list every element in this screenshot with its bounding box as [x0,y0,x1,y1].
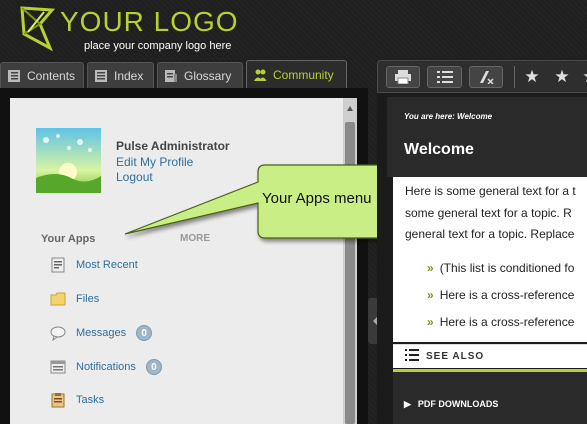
apps-heading: Your Apps [41,233,96,245]
rating-star-1[interactable]: ★ [522,67,542,87]
chevron-right-icon: » [427,315,434,329]
tab-community[interactable]: Community [246,60,347,89]
list-icon [405,349,419,361]
logo-mark-icon [20,6,56,52]
scroll-up-icon[interactable] [345,101,355,117]
notifications-count-badge: 0 [145,359,162,375]
tab-index[interactable]: Index [87,62,154,88]
app-item-label: Messages [76,327,127,339]
toc-list-icon [436,71,453,83]
callout-text: Your Apps menu [262,190,372,207]
toolbar-divider [514,66,515,88]
page-title: Welcome [404,141,474,158]
tab-label: Community [273,68,334,82]
list-item-text[interactable]: Here is a cross-reference [440,288,575,302]
body-text-line: some general text for a topic. R [405,206,572,220]
rating-star-2[interactable]: ★ [552,67,572,87]
notifications-icon [50,360,66,374]
app-item-messages[interactable]: Messages 0 [50,323,153,343]
star-icon: ★ [582,67,587,87]
star-icon: ★ [524,67,540,86]
app-item-label: Most Recent [76,259,138,271]
list-item-text: (This list is conditioned fo [439,261,575,275]
topic-header [387,97,587,177]
chevron-right-icon: » [427,288,434,302]
chevron-right-icon: » [427,261,434,275]
body-text-line: Here is some general text for a t [405,184,576,198]
speech-bubble-icon [50,326,66,341]
tab-label: Contents [27,68,76,83]
rating-star-3[interactable]: ★ [580,67,587,87]
toc-list-button[interactable] [427,66,462,88]
app-item-tasks[interactable]: Tasks [50,390,104,410]
app-item-most-recent[interactable]: Most Recent [50,255,138,275]
body-text-line: general text for a topic. Replace [405,227,575,241]
recent-icon [51,257,65,273]
book-icon [8,69,20,82]
list-item-text[interactable]: Here is a cross-reference [440,315,575,329]
app-item-label: Tasks [76,394,105,406]
see-also-bar[interactable] [393,344,587,368]
star-icon: ★ [554,67,570,86]
app-item-label: Notifications [76,361,136,373]
profile-name: Pulse Administrator [116,139,230,153]
list-icon [95,69,107,82]
list-item[interactable]: » Here is a cross-reference [427,315,574,329]
print-icon [395,70,411,84]
logo-tagline: place your company logo here [84,40,232,52]
logo-text: YOUR LOGO [60,6,239,37]
app-item-label: Files [76,293,100,305]
print-button[interactable] [386,66,420,88]
avatar-image [36,128,101,193]
tab-glossary[interactable]: Glossary [157,62,243,88]
avatar[interactable] [36,128,101,193]
clipboard-icon [51,393,65,408]
clear-highlight-icon [480,71,494,84]
clear-highlight-button[interactable] [469,66,503,88]
messages-count-badge: 0 [136,325,153,341]
tab-label: Index [114,68,144,83]
breadcrumb: You are here: Welcome [404,112,493,121]
app-item-files[interactable]: Files [50,289,99,309]
tab-contents[interactable]: Contents [0,62,84,88]
pdf-downloads-toggle[interactable]: ▶ PDF DOWNLOADS [404,399,498,410]
app-item-notifications[interactable]: Notifications 0 [50,357,162,377]
glossary-icon [165,69,177,82]
pdf-downloads-label: PDF DOWNLOADS [417,399,499,409]
list-item: » (This list is conditioned fo [427,261,574,275]
triangle-right-icon: ▶ [404,399,411,409]
see-also-label[interactable]: SEE ALSO [426,351,484,362]
people-icon [254,69,267,81]
folder-icon [50,292,66,306]
tab-label: Glossary [184,68,232,83]
pdf-downloads-bar[interactable] [393,372,587,424]
list-item[interactable]: » Here is a cross-reference [427,288,574,302]
